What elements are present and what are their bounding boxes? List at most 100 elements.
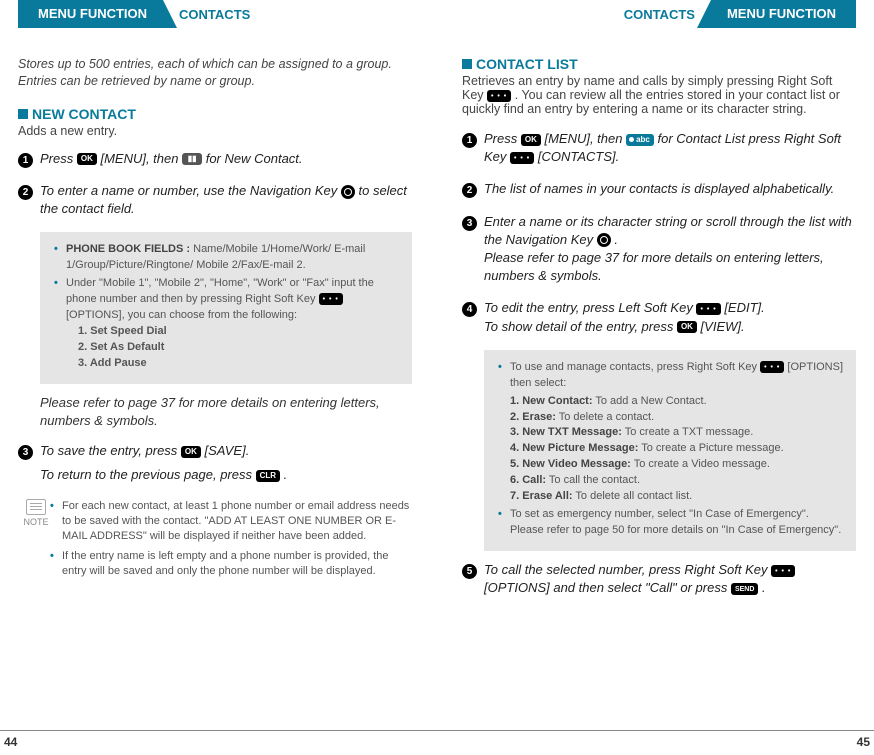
note-text: If the entry name is left empty and a ph… bbox=[62, 549, 412, 580]
option-text: To delete a contact. bbox=[556, 411, 654, 423]
step-text: [MENU], then bbox=[97, 151, 182, 166]
new-contact-desc: Adds a new entry. bbox=[18, 124, 412, 138]
option-label: 6. Call: bbox=[510, 474, 546, 486]
menu-function-tab: MENU FUNCTION bbox=[18, 0, 163, 28]
ok-key-icon bbox=[521, 134, 541, 146]
bullet-icon: • bbox=[498, 360, 510, 505]
step-text: Enter a name or its character string or … bbox=[484, 214, 852, 247]
step-5: 5 To call the selected number, press Rig… bbox=[462, 561, 856, 597]
option-item: 3. Add Pause bbox=[78, 356, 400, 372]
step-number-icon: 1 bbox=[18, 153, 33, 168]
option-text: To call the contact. bbox=[546, 474, 640, 486]
contacts-label: CONTACTS bbox=[608, 1, 711, 28]
option-label: 1. New Contact: bbox=[510, 395, 593, 407]
bullet-icon: • bbox=[498, 507, 510, 539]
page-44: MENU FUNCTION CONTACTS Stores up to 500 … bbox=[0, 0, 437, 755]
step-text: To save the entry, press bbox=[40, 443, 181, 458]
menu-key-icon: ▮▮ bbox=[182, 153, 202, 165]
step-text: [CONTACTS]. bbox=[534, 149, 619, 164]
step-1: 1 Press [MENU], then abc for Contact Lis… bbox=[462, 130, 856, 166]
step-text: The list of names in your contacts is di… bbox=[484, 180, 856, 198]
step-text: [SAVE]. bbox=[201, 443, 249, 458]
step-text: . bbox=[280, 467, 287, 482]
footer-line bbox=[437, 730, 874, 731]
square-bullet-icon bbox=[18, 109, 28, 119]
square-bullet-icon bbox=[462, 59, 472, 69]
note-label: NOTE bbox=[23, 517, 48, 527]
step-number-icon: 2 bbox=[18, 185, 33, 200]
contact-list-heading: CONTACT LIST bbox=[462, 56, 856, 72]
new-contact-title: NEW CONTACT bbox=[32, 106, 136, 122]
bullet-icon: • bbox=[50, 549, 62, 580]
step-text: Press bbox=[40, 151, 77, 166]
options-box: • To use and manage contacts, press Righ… bbox=[484, 350, 856, 551]
step-number-icon: 3 bbox=[18, 445, 33, 460]
option-text: To add a New Contact. bbox=[593, 395, 707, 407]
ok-key-icon bbox=[181, 446, 201, 458]
new-contact-heading: NEW CONTACT bbox=[18, 106, 412, 122]
contacts-label: CONTACTS bbox=[163, 1, 266, 28]
step-text: To return to the previous page, press bbox=[40, 467, 256, 482]
option-text: To create a Picture message. bbox=[638, 442, 783, 454]
option-item: 2. Set As Default bbox=[78, 340, 400, 356]
step-text: [EDIT]. bbox=[721, 300, 765, 315]
step-text: To enter a name or number, use the Navig… bbox=[40, 183, 341, 198]
box-text: To use and manage contacts, press Right … bbox=[510, 361, 760, 373]
step-2: 2 To enter a name or number, use the Nav… bbox=[18, 182, 412, 218]
step-number-icon: 2 bbox=[462, 183, 477, 198]
note-text: For each new contact, at least 1 phone n… bbox=[62, 499, 412, 545]
ok-key-icon bbox=[677, 321, 697, 333]
step-text: Please refer to page 37 for more details… bbox=[484, 249, 856, 285]
step-text: To edit the entry, press Left Soft Key bbox=[484, 300, 696, 315]
option-label: 2. Erase: bbox=[510, 411, 556, 423]
menu-function-tab: MENU FUNCTION bbox=[711, 0, 856, 28]
option-item: 1. Set Speed Dial bbox=[78, 324, 400, 340]
option-text: To delete all contact list. bbox=[573, 490, 693, 502]
abc-key-icon: abc bbox=[626, 134, 654, 146]
desc-text: . You can review all the entries stored … bbox=[462, 88, 840, 116]
step-text: [OPTIONS] and then select "Call" or pres… bbox=[484, 580, 731, 595]
step-text: for New Contact. bbox=[202, 151, 302, 166]
step-number-icon: 4 bbox=[462, 302, 477, 317]
option-label: 7. Erase All: bbox=[510, 490, 573, 502]
header-right: CONTACTS MENU FUNCTION bbox=[462, 0, 856, 28]
step-number-icon: 3 bbox=[462, 216, 477, 231]
step-text: [MENU], then bbox=[541, 131, 626, 146]
dots-key-icon bbox=[319, 293, 343, 305]
contact-list-title: CONTACT LIST bbox=[476, 56, 578, 72]
step-text: [VIEW]. bbox=[697, 319, 745, 334]
step-text: . bbox=[758, 580, 765, 595]
ok-key-icon bbox=[77, 153, 97, 165]
phone-book-fields-box: • PHONE BOOK FIELDS : Name/Mobile 1/Home… bbox=[40, 232, 412, 384]
intro-text: Stores up to 500 entries, each of which … bbox=[18, 56, 412, 90]
dots-key-icon bbox=[760, 361, 784, 373]
nav-key-icon bbox=[341, 185, 355, 199]
step-number-icon: 5 bbox=[462, 564, 477, 579]
step-1: 1 Press [MENU], then ▮▮ for New Contact. bbox=[18, 150, 412, 168]
send-key-icon bbox=[731, 583, 758, 595]
dots-key-icon bbox=[771, 565, 795, 577]
page-45: CONTACTS MENU FUNCTION CONTACT LIST Retr… bbox=[437, 0, 874, 755]
nav-key-icon bbox=[597, 233, 611, 247]
reference-text: Please refer to page 37 for more details… bbox=[40, 394, 412, 430]
box-text: [OPTIONS], you can choose from the follo… bbox=[66, 309, 297, 321]
option-text: To create a TXT message. bbox=[622, 426, 753, 438]
bullet-icon: • bbox=[54, 276, 66, 372]
header-left: MENU FUNCTION CONTACTS bbox=[18, 0, 412, 28]
footer-line bbox=[0, 730, 437, 731]
option-label: 3. New TXT Message: bbox=[510, 426, 622, 438]
option-label: 5. New Video Message: bbox=[510, 458, 631, 470]
dots-key-icon bbox=[510, 152, 534, 164]
page-number: 45 bbox=[857, 735, 870, 749]
step-3: 3 Enter a name or its character string o… bbox=[462, 213, 856, 286]
step-2: 2 The list of names in your contacts is … bbox=[462, 180, 856, 198]
option-text: To create a Video message. bbox=[631, 458, 770, 470]
step-text: Press bbox=[484, 131, 521, 146]
clr-key-icon bbox=[256, 470, 280, 482]
step-text: . bbox=[611, 232, 618, 247]
page-number: 44 bbox=[4, 735, 17, 749]
bullet-icon: • bbox=[50, 499, 62, 545]
step-number-icon: 1 bbox=[462, 133, 477, 148]
note-block: NOTE •For each new contact, at least 1 p… bbox=[22, 499, 412, 584]
note-icon: NOTE bbox=[22, 499, 50, 584]
